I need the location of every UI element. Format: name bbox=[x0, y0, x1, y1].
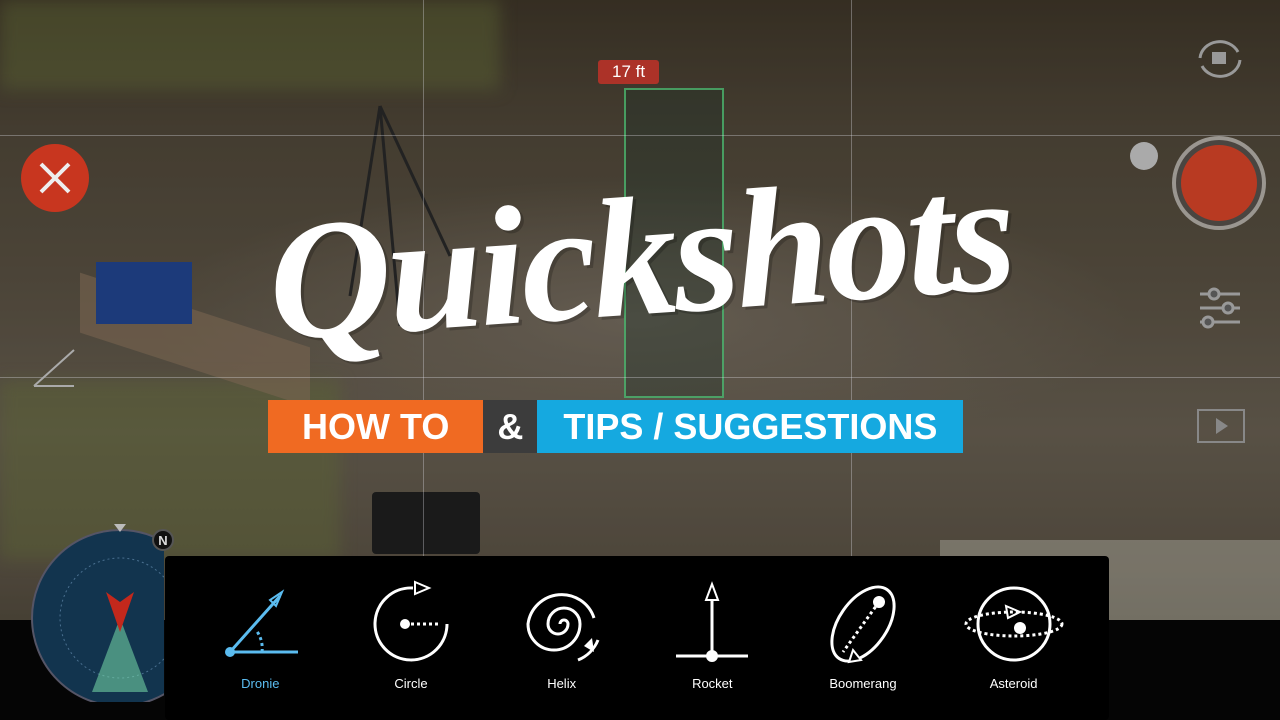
quickshot-mode-panel: Dronie Circle Helix Rocket Boomerang Ast… bbox=[165, 556, 1109, 720]
camera-switch-icon[interactable] bbox=[1192, 36, 1248, 82]
helix-icon bbox=[526, 593, 600, 662]
mode-dronie[interactable]: Dronie bbox=[200, 580, 320, 720]
north-indicator: N bbox=[152, 529, 174, 551]
mode-rocket[interactable]: Rocket bbox=[652, 580, 772, 720]
close-icon bbox=[39, 162, 71, 194]
mode-asteroid[interactable]: Asteroid bbox=[954, 580, 1074, 720]
mode-boomerang[interactable]: Boomerang bbox=[803, 580, 923, 720]
boomerang-icon bbox=[830, 585, 896, 664]
tips-label: TIPS / SUGGESTIONS bbox=[537, 400, 964, 453]
ampersand-label: & bbox=[483, 400, 538, 453]
mode-helix[interactable]: Helix bbox=[502, 580, 622, 720]
case bbox=[372, 492, 480, 554]
subtitle-banner: HOW TO & TIPS / SUGGESTIONS bbox=[268, 400, 964, 453]
circle-icon bbox=[373, 580, 449, 662]
distance-readout: 17 ft bbox=[598, 60, 660, 84]
mode-circle[interactable]: Circle bbox=[351, 580, 471, 720]
playback-icon[interactable] bbox=[1196, 408, 1246, 444]
rocket-icon bbox=[676, 581, 749, 662]
how-to-label: HOW TO bbox=[268, 400, 484, 453]
dronie-icon bbox=[225, 589, 299, 657]
asteroid-icon bbox=[964, 586, 1064, 662]
compass-radar bbox=[31, 524, 164, 702]
